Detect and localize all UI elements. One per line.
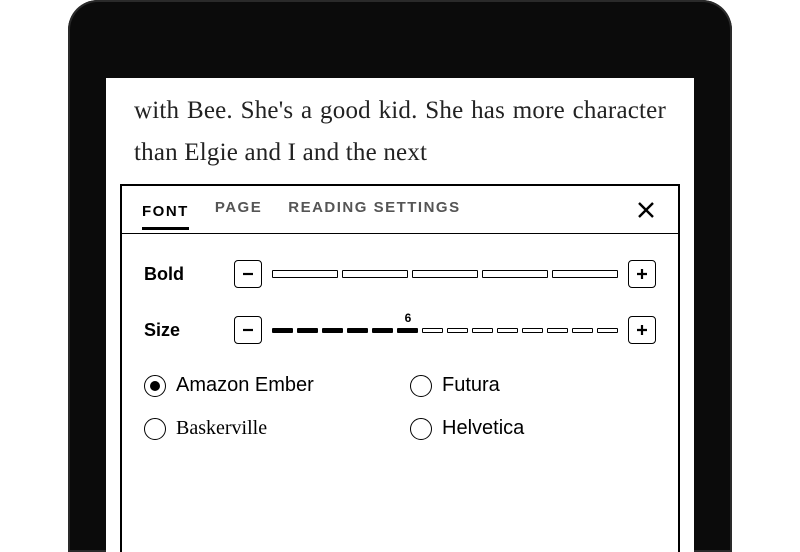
minus-icon (242, 268, 254, 280)
size-increase-button[interactable] (628, 316, 656, 344)
size-segment (597, 328, 618, 333)
display-settings-panel: FONT PAGE READING SETTINGS Bold (120, 184, 680, 552)
size-segment (397, 328, 418, 333)
radio-icon (144, 418, 166, 440)
bold-label: Bold (144, 265, 234, 283)
font-option-baskerville[interactable]: Baskerville (144, 417, 390, 440)
size-segment (572, 328, 593, 333)
font-name-label: Amazon Ember (176, 374, 314, 397)
font-option-helvetica[interactable]: Helvetica (410, 417, 656, 440)
size-segment (297, 328, 318, 333)
size-segment (472, 328, 493, 333)
close-button[interactable] (630, 194, 662, 226)
radio-icon (144, 375, 166, 397)
font-name-label: Futura (442, 374, 500, 397)
size-label: Size (144, 321, 234, 339)
plus-icon (636, 324, 648, 336)
size-decrease-button[interactable] (234, 316, 262, 344)
size-segment (322, 328, 343, 333)
size-segment (447, 328, 468, 333)
font-name-label: Baskerville (176, 417, 267, 440)
screen: with Bee. She's a good kid. She has more… (106, 78, 694, 552)
bold-slider[interactable] (272, 270, 618, 278)
bold-segment (552, 270, 618, 278)
bold-segment (272, 270, 338, 278)
size-row: Size 6 (144, 316, 656, 344)
size-value-label: 6 (235, 312, 581, 324)
bold-segment (342, 270, 408, 278)
font-options: Amazon Ember Futura Baskerville Hel (144, 374, 656, 440)
font-name-label: Helvetica (442, 417, 524, 440)
tab-bar: FONT PAGE READING SETTINGS (122, 186, 678, 234)
bold-row: Bold (144, 260, 656, 288)
radio-icon (410, 375, 432, 397)
bold-decrease-button[interactable] (234, 260, 262, 288)
minus-icon (242, 324, 254, 336)
bold-segment (412, 270, 478, 278)
plus-icon (636, 268, 648, 280)
device-frame: with Bee. She's a good kid. She has more… (68, 0, 732, 552)
radio-icon (410, 418, 432, 440)
size-segment (347, 328, 368, 333)
size-segment (522, 328, 543, 333)
close-icon (636, 200, 656, 220)
bold-increase-button[interactable] (628, 260, 656, 288)
font-option-futura[interactable]: Futura (410, 374, 656, 397)
tab-reading-settings[interactable]: READING SETTINGS (288, 200, 460, 223)
book-text: with Bee. She's a good kid. She has more… (134, 90, 666, 174)
font-option-amazon-ember[interactable]: Amazon Ember (144, 374, 390, 397)
size-segment (422, 328, 443, 333)
size-segment (547, 328, 568, 333)
size-slider[interactable]: 6 (272, 328, 618, 333)
size-segment (372, 328, 393, 333)
bold-segment (482, 270, 548, 278)
tab-font[interactable]: FONT (142, 204, 189, 230)
size-segment (497, 328, 518, 333)
size-segment (272, 328, 293, 333)
tab-page[interactable]: PAGE (215, 200, 262, 223)
panel-body: Bold Size (122, 234, 678, 440)
